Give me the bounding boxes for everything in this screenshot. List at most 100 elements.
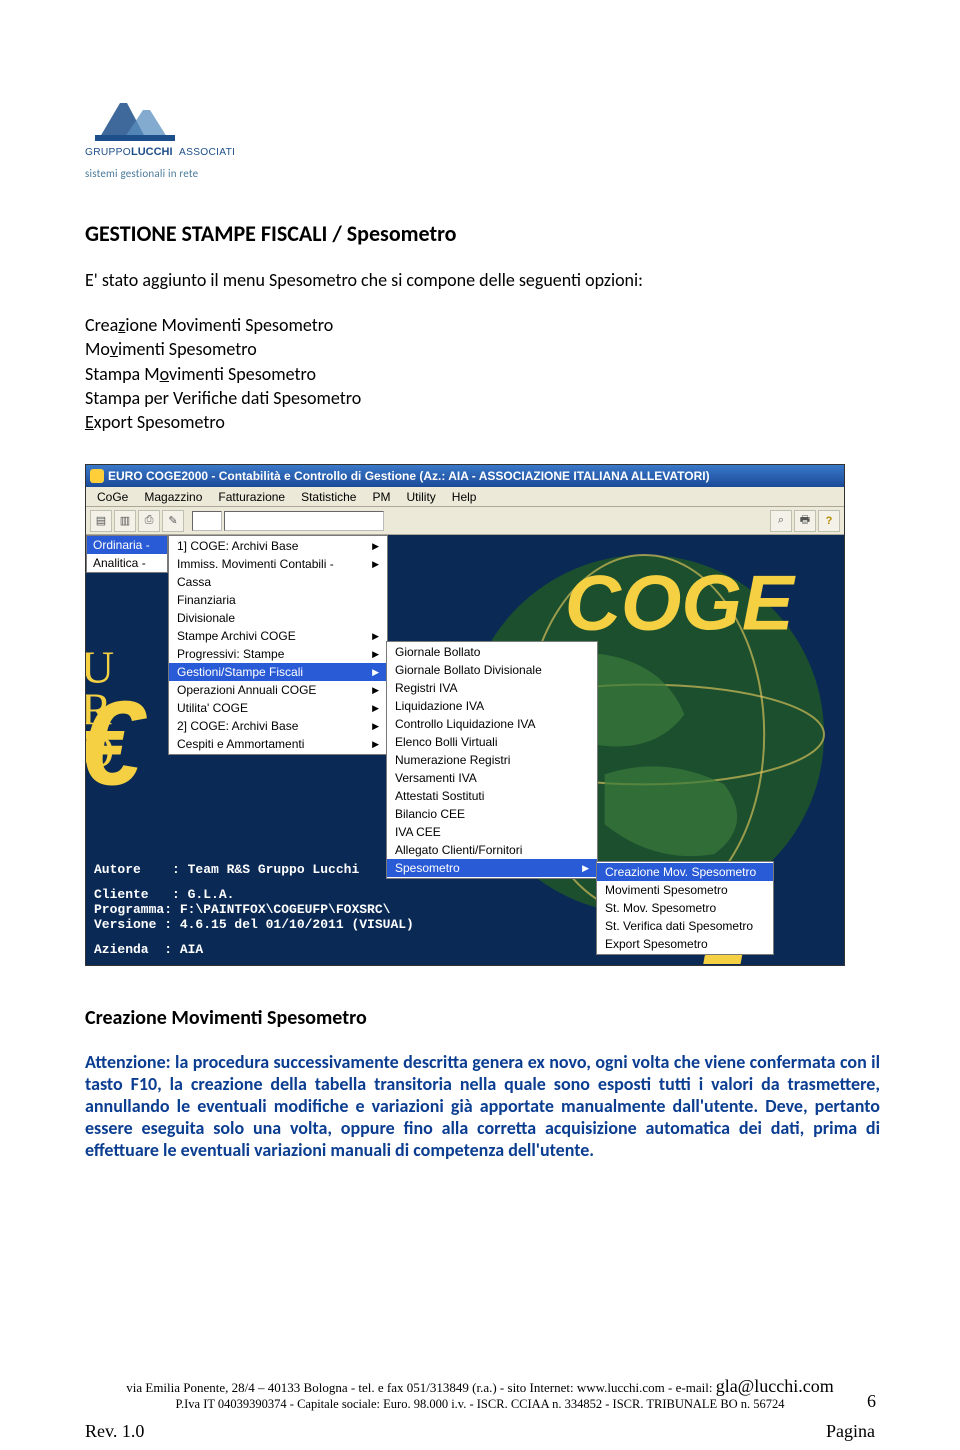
menu-item[interactable]: Divisionale (169, 609, 387, 627)
option-item: Export Spesometro (85, 410, 880, 434)
help-icon[interactable]: ? (818, 510, 840, 532)
submenu-level-3[interactable]: Creazione Mov. SpesometroMovimenti Speso… (596, 861, 774, 955)
menu-item[interactable]: 1] COGE: Archivi Base▶ (169, 537, 387, 555)
options-list: Creazione Movimenti Spesometro Movimenti… (85, 313, 880, 434)
menu-item[interactable]: St. Verifica dati Spesometro (597, 917, 773, 935)
page-title: GESTIONE STAMPE FISCALI / Spesometro (85, 220, 880, 247)
revision-label: Rev. 1.0 (85, 1421, 144, 1442)
menu-coge[interactable]: CoGe (90, 488, 135, 506)
submenu-arrow-icon: ▶ (372, 703, 379, 714)
submenu-arrow-icon: ▶ (372, 721, 379, 732)
page-number: 6 (867, 1391, 876, 1412)
footer-line-2: P.Iva IT 04039390374 - Capitale sociale:… (80, 1397, 880, 1412)
svg-text:GRUPPO: GRUPPO (85, 147, 131, 158)
info-autore: Autore : Team R&S Gruppo Lucchi (94, 863, 414, 878)
menu-item[interactable]: Giornale Bollato Divisionale (387, 661, 597, 679)
footer-line-1: via Emilia Ponente, 28/4 – 40133 Bologna… (126, 1380, 715, 1395)
menu-item[interactable]: Versamenti IVA (387, 769, 597, 787)
menu-utility[interactable]: Utility (399, 488, 442, 506)
menu-statistiche[interactable]: Statistiche (294, 488, 363, 506)
toolbar-button[interactable]: ⌕ (770, 510, 792, 532)
submenu-arrow-icon: ▶ (372, 739, 379, 750)
svg-text:R: R (86, 684, 112, 735)
toolbar-button[interactable]: ✎ (162, 510, 184, 532)
menu-item[interactable]: Analitica - (87, 554, 167, 572)
app-icon (90, 469, 104, 483)
menu-pm[interactable]: PM (365, 488, 397, 506)
footer-email: gla@lucchi.com (716, 1376, 834, 1396)
menu-item[interactable]: Allegato Clienti/Fornitori (387, 841, 597, 859)
submenu-level-2[interactable]: Giornale BollatoGiornale Bollato Divisio… (386, 641, 598, 879)
menu-item[interactable]: Stampe Archivi COGE▶ (169, 627, 387, 645)
menu-item[interactable]: Progressivi: Stampe▶ (169, 645, 387, 663)
intro-paragraph: E' stato aggiunto il menu Spesometro che… (85, 269, 880, 291)
print-icon[interactable]: 🖶 (794, 510, 816, 532)
menu-item[interactable]: Finanziaria (169, 591, 387, 609)
menu-item[interactable]: Numerazione Registri (387, 751, 597, 769)
company-logo: GRUPPO LUCCHI ASSOCIATI sistemi gestiona… (85, 85, 880, 180)
toolbar: ▤ ▥ ⎙ ✎ ⌕ 🖶 ? (86, 507, 844, 535)
menu-item[interactable]: St. Mov. Spesometro (597, 899, 773, 917)
menu-item[interactable]: Elenco Bolli Virtuali (387, 733, 597, 751)
menubar[interactable]: CoGe Magazzino Fatturazione Statistiche … (86, 487, 844, 507)
menu-item[interactable]: Giornale Bollato (387, 643, 597, 661)
submenu-arrow-icon: ▶ (372, 541, 379, 552)
option-item: Creazione Movimenti Spesometro (85, 313, 880, 337)
info-versione: Versione : 4.6.15 del 01/10/2011 (VISUAL… (94, 918, 414, 933)
menu-item[interactable]: Spesometro▶ (387, 859, 597, 877)
logo-graphic-icon: GRUPPO LUCCHI ASSOCIATI (85, 85, 275, 160)
app-screenshot: EURO COGE2000 - Contabilità e Controllo … (85, 464, 845, 966)
menu-item[interactable]: Export Spesometro (597, 935, 773, 953)
menu-item[interactable]: Liquidazione IVA (387, 697, 597, 715)
submenu-arrow-icon: ▶ (582, 863, 589, 874)
menu-item[interactable]: Bilancio CEE (387, 805, 597, 823)
menu-help[interactable]: Help (445, 488, 484, 506)
menu-item[interactable]: Creazione Mov. Spesometro (597, 863, 773, 881)
status-info-block: Autore : Team R&S Gruppo Lucchi Cliente … (94, 863, 414, 958)
logo-tagline: sistemi gestionali in rete (85, 167, 880, 180)
svg-text:U: U (86, 642, 114, 693)
toolbar-input[interactable] (224, 511, 384, 531)
svg-text:ASSOCIATI: ASSOCIATI (179, 147, 235, 158)
menu-item[interactable]: Immiss. Movimenti Contabili -▶ (169, 555, 387, 573)
window-title: EURO COGE2000 - Contabilità e Controllo … (108, 469, 710, 483)
pagina-label: Pagina (826, 1421, 875, 1442)
toolbar-button[interactable]: ▥ (114, 510, 136, 532)
toolbar-button[interactable]: ▤ (90, 510, 112, 532)
submenu-arrow-icon: ▶ (372, 631, 379, 642)
info-azienda: Azienda : AIA (94, 943, 414, 958)
submenu-arrow-icon: ▶ (372, 685, 379, 696)
client-area: COGE € U R O 2 Ordinaria - Analitica - 1… (86, 535, 844, 965)
menu-item[interactable]: Registri IVA (387, 679, 597, 697)
svg-text:€: € (86, 678, 147, 811)
option-item: Movimenti Spesometro (85, 337, 880, 361)
warning-paragraph: Attenzione: la procedura successivamente… (85, 1052, 880, 1162)
menu-item[interactable]: Cespiti e Ammortamenti▶ (169, 735, 387, 753)
menu-item[interactable]: Controllo Liquidazione IVA (387, 715, 597, 733)
menu-item[interactable]: Utilita' COGE▶ (169, 699, 387, 717)
menu-item[interactable]: 2] COGE: Archivi Base▶ (169, 717, 387, 735)
info-programma: Programma: F:\PAINTFOX\COGEUFP\FOXSRC\ (94, 903, 414, 918)
menu-magazzino[interactable]: Magazzino (137, 488, 209, 506)
submenu-sidebar[interactable]: Ordinaria - Analitica - (86, 535, 168, 573)
submenu-arrow-icon: ▶ (372, 649, 379, 660)
menu-item[interactable]: IVA CEE (387, 823, 597, 841)
menu-item[interactable]: Movimenti Spesometro (597, 881, 773, 899)
info-cliente: Cliente : G.L.A. (94, 888, 414, 903)
menu-item[interactable]: Attestati Sostituti (387, 787, 597, 805)
menu-item[interactable]: Ordinaria - (87, 536, 167, 554)
menu-fatturazione[interactable]: Fatturazione (211, 488, 292, 506)
svg-text:COGE: COGE (565, 561, 796, 647)
submenu-level-1[interactable]: 1] COGE: Archivi Base▶Immiss. Movimenti … (168, 535, 388, 755)
section-heading: Creazione Movimenti Spesometro (85, 1006, 880, 1030)
svg-text:LUCCHI: LUCCHI (131, 146, 173, 158)
menu-item[interactable]: Cassa (169, 573, 387, 591)
toolbar-button[interactable]: ⎙ (138, 510, 160, 532)
option-item: Stampa per Verifiche dati Spesometro (85, 386, 880, 410)
menu-item[interactable]: Gestioni/Stampe Fiscali▶ (169, 663, 387, 681)
option-item: Stampa Movimenti Spesometro (85, 362, 880, 386)
toolbar-input[interactable] (192, 511, 222, 531)
submenu-arrow-icon: ▶ (372, 667, 379, 678)
menu-item[interactable]: Operazioni Annuali COGE▶ (169, 681, 387, 699)
page-footer: via Emilia Ponente, 28/4 – 40133 Bologna… (0, 1376, 960, 1412)
